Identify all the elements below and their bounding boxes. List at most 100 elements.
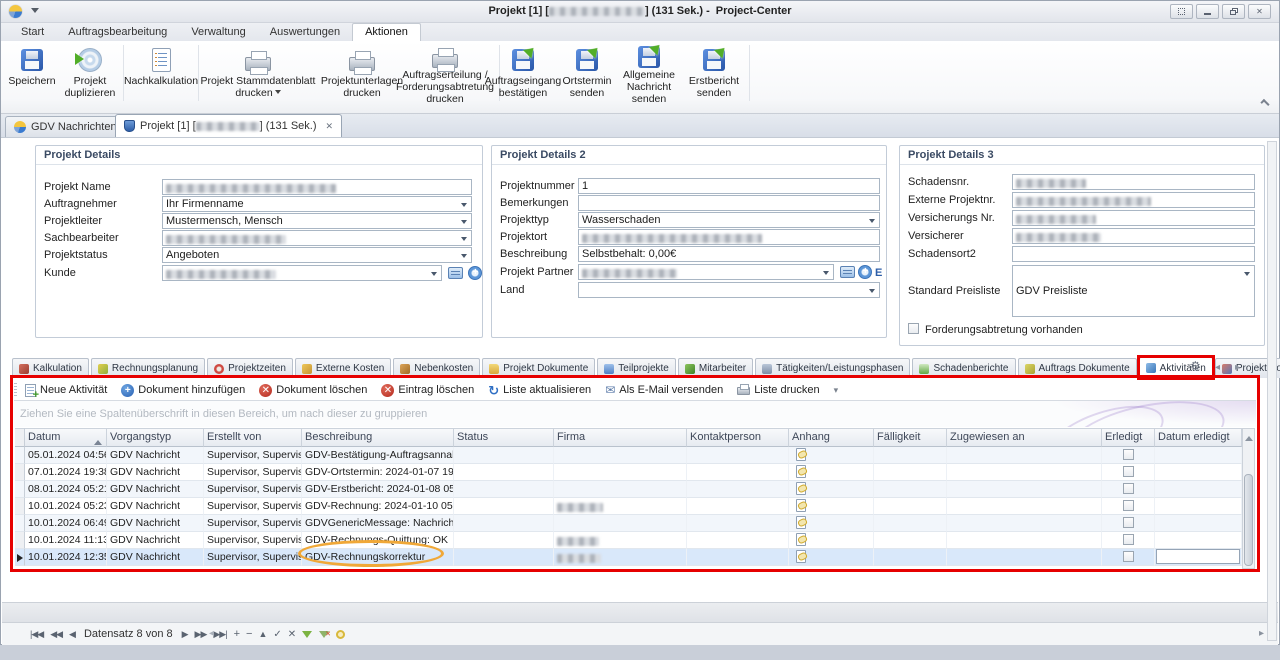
tab-auftrags-dokumente[interactable]: Auftrags Dokumente [1018, 358, 1137, 378]
kunde-card-icon[interactable] [448, 267, 463, 279]
tab-settings-gear-icon[interactable]: ⚙ [1190, 359, 1201, 373]
tab-externe-kosten[interactable]: Externe Kosten [295, 358, 391, 378]
versicherungs-nr-input[interactable] [1012, 210, 1255, 226]
attachment-icon[interactable] [796, 533, 806, 546]
nav-prev-icon[interactable]: ◀ [69, 629, 75, 640]
bemerkungen-input[interactable] [578, 195, 880, 211]
toolbar-grip[interactable] [14, 383, 17, 397]
nav-next-icon[interactable]: ▶ [182, 629, 188, 640]
table-row[interactable]: 10.01.2024 11:13 GDV Nachricht Superviso… [15, 532, 1242, 549]
nav-cancel-icon[interactable]: ✕ [288, 629, 295, 640]
column-header-erstellt-von[interactable]: Erstellt von [204, 428, 302, 447]
ribbon-tab-verwaltung[interactable]: Verwaltung [179, 24, 257, 41]
attachment-icon[interactable] [796, 516, 806, 529]
history-icon[interactable] [336, 630, 345, 639]
toolbar-overflow-icon[interactable]: ▾ [834, 385, 839, 396]
table-row[interactable]: 08.01.2024 05:21 GDV Nachricht Superviso… [15, 481, 1242, 498]
land-combo[interactable] [578, 282, 880, 298]
erstbericht-senden-button[interactable]: Erstberichtsenden [683, 43, 745, 105]
tab-nebenkosten[interactable]: Nebenkosten [393, 358, 480, 378]
attachment-icon[interactable] [796, 448, 806, 461]
erledigt-checkbox[interactable] [1123, 500, 1134, 511]
auftragseingang-bestaetigen-button[interactable]: Auftragseingangbestätigen [491, 43, 555, 105]
schadensort2-input[interactable] [1012, 246, 1255, 262]
ribbon-tab-aktionen[interactable]: Aktionen [352, 23, 421, 41]
minimize-button[interactable] [1196, 4, 1219, 19]
doc-tab-projekt[interactable]: Projekt [1] [] (131 Sek.) ✕ [115, 114, 342, 137]
projektleiter-combo[interactable]: Mustermensch, Mensch [162, 213, 472, 229]
schadensnr-input[interactable] [1012, 174, 1255, 190]
projektort-input[interactable] [578, 229, 880, 245]
nav-last-icon[interactable]: ▶▶| [213, 629, 226, 640]
tab-taetigkeiten[interactable]: Tätigkeiten/Leistungsphasen [755, 358, 910, 378]
ribbon-tab-auftragsbearbeitung[interactable]: Auftragsbearbeitung [56, 24, 179, 41]
edit-filter-icon[interactable] [319, 631, 329, 638]
hscroll-left-icon[interactable]: ◂ [209, 628, 214, 639]
nav-next-page-icon[interactable]: ▶▶ [195, 629, 207, 640]
neue-aktivitaet-button[interactable]: Neue Aktivität [25, 384, 107, 397]
page-vertical-scrollbar[interactable] [1267, 141, 1277, 641]
column-header-zugewiesen-an[interactable]: Zugewiesen an [947, 428, 1102, 447]
partner-add-icon[interactable] [858, 265, 872, 279]
erledigt-checkbox[interactable] [1123, 534, 1134, 545]
liste-drucken-button[interactable]: Liste drucken [737, 384, 819, 396]
als-email-versenden-button[interactable]: ✉Als E-Mail versenden [605, 383, 723, 397]
auftragnehmer-combo[interactable]: Ihr Firmenname [162, 196, 472, 212]
restore-button[interactable] [1222, 4, 1245, 19]
table-row[interactable]: 05.01.2024 04:56 GDV Nachricht Superviso… [15, 447, 1242, 464]
table-row-selected[interactable]: 10.01.2024 12:35 GDV Nachricht Superviso… [15, 549, 1242, 566]
kunde-combo[interactable] [162, 265, 442, 281]
column-header-vorgangstyp[interactable]: Vorgangstyp [107, 428, 204, 447]
nav-post-icon[interactable]: ✓ [273, 629, 280, 640]
tab-schadenberichte[interactable]: Schadenberichte [912, 358, 1015, 378]
erledigt-checkbox[interactable] [1123, 466, 1134, 477]
speichern-button[interactable]: Speichern [7, 43, 57, 105]
partner-card-icon[interactable] [840, 266, 855, 278]
liste-aktualisieren-button[interactable]: ↻Liste aktualisieren [488, 384, 591, 397]
column-header-anhang[interactable]: Anhang [789, 428, 874, 447]
ribbon-tab-start[interactable]: Start [9, 24, 56, 41]
column-header-faelligkeit[interactable]: Fälligkeit [874, 428, 947, 447]
ribbon-tab-auswertungen[interactable]: Auswertungen [258, 24, 352, 41]
erledigt-checkbox[interactable] [1123, 483, 1134, 494]
nachkalkulation-button[interactable]: Nachkalkulation [127, 43, 195, 105]
column-header-datum[interactable]: Datum [25, 428, 107, 447]
column-header-status[interactable]: Status [454, 428, 554, 447]
column-header-erledigt[interactable]: Erledigt [1102, 428, 1155, 447]
attachment-icon[interactable] [796, 482, 806, 495]
attachment-icon[interactable] [796, 550, 806, 563]
table-row[interactable]: 07.01.2024 19:38 GDV Nachricht Superviso… [15, 464, 1242, 481]
projekt-duplizieren-button[interactable]: Projektduplizieren [59, 43, 121, 105]
tab-teilprojekte[interactable]: Teilprojekte [597, 358, 676, 378]
tab-aktivitaeten[interactable]: Aktivitäten [1139, 357, 1213, 378]
tab-projekt-dokumente[interactable]: Projekt Dokumente [482, 358, 595, 378]
allgemeine-nachricht-senden-button[interactable]: AllgemeineNachricht senden [617, 43, 681, 105]
column-header-datum-erledigt[interactable]: Datum erledigt [1155, 428, 1242, 447]
filter-icon[interactable] [302, 631, 312, 638]
column-header-kontaktperson[interactable]: Kontaktperson [687, 428, 789, 447]
table-row[interactable]: 10.01.2024 06:49 GDV Nachricht Superviso… [15, 515, 1242, 532]
tab-scroll-left-icon[interactable]: ◂ [1215, 362, 1220, 373]
attachment-icon[interactable] [796, 465, 806, 478]
erledigt-checkbox[interactable] [1123, 551, 1134, 562]
tab-rechnungsplanung[interactable]: Rechnungsplanung [91, 358, 205, 378]
dokument-loeschen-button[interactable]: ✕Dokument löschen [259, 384, 367, 397]
sachbearbeiter-combo[interactable] [162, 230, 472, 246]
projekt-partner-combo[interactable] [578, 264, 834, 280]
kunde-add-icon[interactable] [468, 266, 482, 280]
scrollbar-thumb[interactable] [1244, 474, 1253, 566]
ribbon-collapse-icon[interactable] [1260, 99, 1269, 108]
nav-edit-icon[interactable]: ▲ [258, 629, 266, 639]
projekt-name-input[interactable] [162, 179, 472, 195]
hscroll-right-icon[interactable]: ▸ [1259, 628, 1264, 639]
eintrag-loeschen-button[interactable]: ✕Eintrag löschen [381, 384, 474, 397]
projekttyp-combo[interactable]: Wasserschaden [578, 212, 880, 228]
datum-erledigt-editor[interactable] [1156, 549, 1240, 564]
dokument-hinzufuegen-button[interactable]: +Dokument hinzufügen [121, 384, 245, 397]
nav-first-icon[interactable]: |◀◀ [30, 629, 43, 640]
erledigt-checkbox[interactable] [1123, 517, 1134, 528]
fullscreen-button[interactable] [1170, 4, 1193, 19]
projektstatus-combo[interactable]: Angeboten [162, 247, 472, 263]
versicherer-input[interactable] [1012, 228, 1255, 244]
nav-append-icon[interactable]: + [234, 628, 239, 640]
